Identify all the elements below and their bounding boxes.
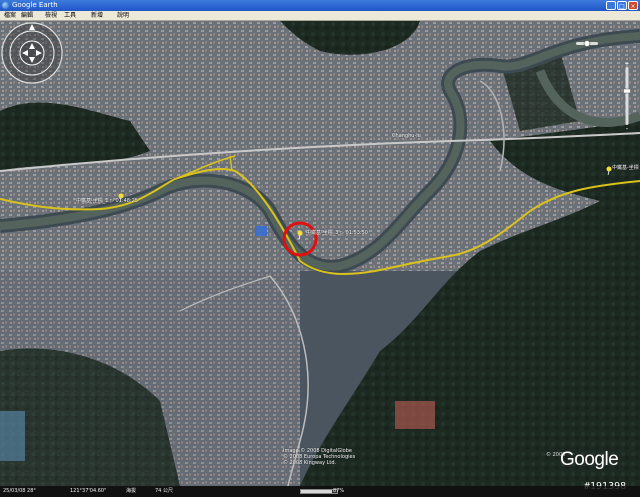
window-controls: _ □ ×: [606, 1, 638, 10]
place-label[interactable]: Changhu-lu: [392, 133, 421, 139]
pushpin-icon[interactable]: [297, 230, 303, 239]
navigation-compass-control[interactable]: [0, 21, 64, 85]
maximize-button[interactable]: □: [617, 1, 627, 10]
streaming-progress-fill: [301, 490, 333, 493]
svg-text:+: +: [624, 61, 629, 68]
imagery-copyright: Image © 2008 DigitalGlobe © 2008 Europa …: [283, 448, 355, 466]
menu-file[interactable]: 檔案: [4, 11, 16, 21]
marker-label-center[interactable]: 中鐵基-坐標_3 ▷ 01:53:50: [306, 229, 368, 236]
window-title: Google Earth: [12, 1, 58, 9]
copyright-line: © 2008 Kingway Ltd.: [283, 460, 337, 466]
menu-tools[interactable]: 工具: [64, 11, 76, 21]
status-bar: 25/03/08 28° 121°37'04.60" 海拔 74 公尺 87%: [0, 486, 640, 497]
eye-altitude: 74 公尺: [155, 488, 173, 494]
coordinates-readout: 121°37'04.60": [70, 488, 107, 494]
satellite-imagery: [0, 21, 640, 486]
imagery-date: 25/03/08 28°: [3, 488, 36, 494]
elevation-label: 海拔: [126, 488, 137, 494]
svg-text:-: -: [626, 125, 629, 131]
tilt-slider[interactable]: [576, 39, 598, 49]
menu-help[interactable]: 說明: [117, 11, 129, 21]
menu-add[interactable]: 新增: [91, 11, 103, 21]
menu-edit[interactable]: 編輯: [21, 11, 33, 21]
marker-label-right[interactable]: 中鐵基-坐標: [612, 164, 639, 171]
streaming-percent: 87%: [333, 488, 345, 494]
menu-bar: 檔案 編輯 檢視 工具 新增 說明: [0, 11, 640, 21]
window-title-bar: Google Earth _ □ ×: [0, 0, 640, 11]
marker-label-left[interactable]: 中鐵基-坐標_1 ▷ 01:48:25: [76, 197, 138, 204]
zoom-slider[interactable]: + -: [623, 61, 631, 131]
map-viewport[interactable]: Changhu-lu 中鐵基-坐標_1 ▷ 01:48:25 中鐵基-坐標_3 …: [0, 21, 640, 486]
close-button[interactable]: ×: [628, 1, 638, 10]
google-logo: Google: [560, 449, 619, 470]
minimize-button[interactable]: _: [606, 1, 616, 10]
menu-view[interactable]: 檢視: [45, 11, 57, 21]
google-earth-app-icon: [2, 2, 9, 9]
